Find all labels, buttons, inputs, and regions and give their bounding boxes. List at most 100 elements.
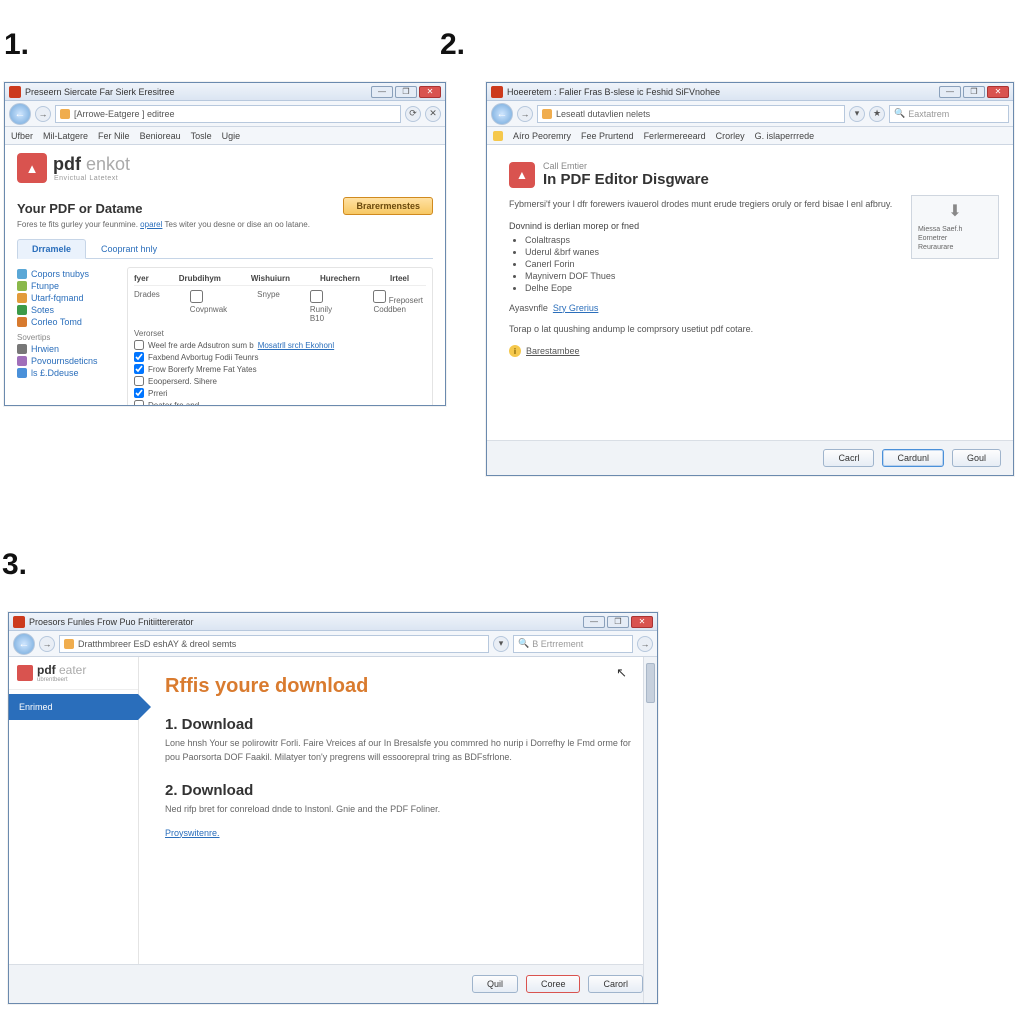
tab-active[interactable]: Drramele [17,239,86,259]
menu-item[interactable]: Ugie [222,131,241,141]
search-box[interactable]: 🔍 Eaxtatrem [889,105,1009,123]
maximize-button[interactable]: ❐ [395,86,417,98]
titlebar-w1[interactable]: Preseern Siercate Far Sierk Eresitree — … [5,83,445,101]
scrollbar-thumb[interactable] [646,663,655,703]
back-button[interactable]: ← [13,633,35,655]
sidebar-item[interactable]: Hrwien [17,344,117,354]
quit-button[interactable]: Quil [472,975,518,993]
sidebar-item[interactable]: Copors tnubys [17,269,117,279]
inline-link[interactable]: Mosatrll srch Ekohonl [258,341,334,350]
note-link[interactable]: Barestambee [526,346,580,356]
refresh-button[interactable]: ★ [869,106,885,122]
go-button[interactable]: → [637,636,653,652]
star-icon [493,131,503,141]
menu-item[interactable]: Ufber [11,131,33,141]
cancel-button[interactable]: Cacrl [823,449,874,467]
step-tab-active[interactable]: Enrimed [9,694,138,720]
logo-row: pdf eater ubrentbeert [9,657,138,690]
maximize-button[interactable]: ❐ [607,616,629,628]
navbar-w2: ← → Leseatl dutavlien nelets ▾ ★ 🔍 Eaxta… [487,101,1013,127]
titlebar-w2[interactable]: Hoeeretem : Falier Fras B-slese ic Feshi… [487,83,1013,101]
favicon-icon [542,109,552,119]
sidebar-item[interactable]: Utarf-fqmand [17,293,117,303]
forward-button[interactable]: → [35,106,51,122]
back-button[interactable]: ← [491,103,513,125]
desc-link[interactable]: oparel [140,220,162,229]
main-panel-w3: Rffis youre download 1. Download Lone hn… [139,657,657,964]
sidebar-item[interactable]: ls £.Ddeuse [17,368,117,378]
address-text: Dratthmbreer EsD eshAY & dreol semts [78,639,236,649]
core-button[interactable]: Coree [526,975,581,993]
step-number-2: 2. [440,28,465,62]
option-row[interactable]: Weel fre arde Adsutron sum b Mosatrll sr… [134,340,426,350]
menu-item[interactable]: Fer Nile [98,131,130,141]
info-icon: i [509,345,521,357]
agree-row: Ayasvnfle Sry Grerius [509,303,991,313]
menu-item[interactable]: G. islaperrrede [755,131,815,141]
pdf-logo-icon: ▲ [509,162,535,188]
minimize-button[interactable]: — [583,616,605,628]
menu-item[interactable]: Crorley [716,131,745,141]
option-row[interactable]: Faxbend Avbortug Fodii Teunrs [134,352,426,362]
maximize-button[interactable]: ❐ [963,86,985,98]
menu-item[interactable]: Mil-Latgere [43,131,88,141]
forward-button[interactable]: → [39,636,55,652]
dropdown-button[interactable]: ▾ [493,636,509,652]
window-title: Preseern Siercate Far Sierk Eresitree [25,87,367,97]
table-row: Drades Covpnwak Snype Runily B10 Frepose… [134,290,426,323]
refresh-button[interactable]: ⟳ [405,106,421,122]
menu-item[interactable]: Fee Prurtend [581,131,634,141]
checkbox[interactable] [134,388,144,398]
address-bar[interactable]: Dratthmbreer EsD eshAY & dreol semts [59,635,489,653]
dialog-footer-w3: Quil Coree Carorl [9,964,657,1003]
option-row[interactable]: Eooperserd. Sihere [134,376,426,386]
minimize-button[interactable]: — [371,86,393,98]
download-link[interactable]: Proyswitenre. [165,828,220,838]
scrollbar[interactable] [643,657,657,1003]
logo-text: pdf enkot [53,154,130,175]
tabstrip: Drramele Cooprant hnly [17,239,433,259]
back-button[interactable]: ← [9,103,31,125]
menu-item[interactable]: Ferlermereeard [644,131,706,141]
checkbox[interactable] [134,340,144,350]
address-bar[interactable]: [Arrowe-Eatgere ] editree [55,105,401,123]
titlebar-w3[interactable]: Proesors Funles Frow Puo Fnitiittererato… [9,613,657,631]
table-checkbox[interactable] [190,290,203,303]
close-button[interactable]: ✕ [631,616,653,628]
tab-other[interactable]: Cooprant hnly [86,239,172,258]
navbar-w1: ← → [Arrowe-Eatgere ] editree ⟳ ✕ [5,101,445,127]
menu-item[interactable]: Tosle [191,131,212,141]
close-button[interactable]: ✕ [419,86,441,98]
option-row[interactable]: Frow Borerfy Mreme Fat Yates [134,364,426,374]
primary-button[interactable]: Brarermenstes [343,197,433,215]
search-box[interactable]: 🔍 B Ertrrement [513,635,633,653]
sidebar-item[interactable]: Sotes [17,305,117,315]
agree-link[interactable]: Sry Grerius [553,303,599,313]
address-bar[interactable]: Leseatl dutavlien nelets [537,105,845,123]
option-row[interactable]: Deater fre and [134,400,426,405]
cancel-button[interactable]: Carorl [588,975,643,993]
goal-button[interactable]: Goul [952,449,1001,467]
table-checkbox[interactable] [310,290,323,303]
close-button[interactable]: ✕ [987,86,1009,98]
window-3: Proesors Funles Frow Puo Fnitiittererato… [8,612,658,1004]
option-row[interactable]: Prreri [134,388,426,398]
menu-item[interactable]: Aíro Peoremry [513,131,571,141]
sidebar-item[interactable]: Povournsdeticns [17,356,117,366]
checkbox[interactable] [134,400,144,405]
pdf-logo-icon [17,665,33,681]
stop-button[interactable]: ✕ [425,106,441,122]
checkbox[interactable] [134,364,144,374]
sidebar-item[interactable]: Corleo Tomd [17,317,117,327]
dropdown-button[interactable]: ▾ [849,106,865,122]
window-title: Hoeeretem : Falier Fras B-slese ic Feshi… [507,87,935,97]
checkbox[interactable] [134,352,144,362]
continue-button[interactable]: Cardunl [882,449,944,467]
table-checkbox[interactable] [373,290,386,303]
minimize-button[interactable]: — [939,86,961,98]
checkbox[interactable] [134,376,144,386]
forward-button[interactable]: → [517,106,533,122]
menu-item[interactable]: Benioreau [140,131,181,141]
sidebar-item[interactable]: Ftunpe [17,281,117,291]
footnote-text: Torap o lat quushing andump le comprsory… [509,323,991,336]
